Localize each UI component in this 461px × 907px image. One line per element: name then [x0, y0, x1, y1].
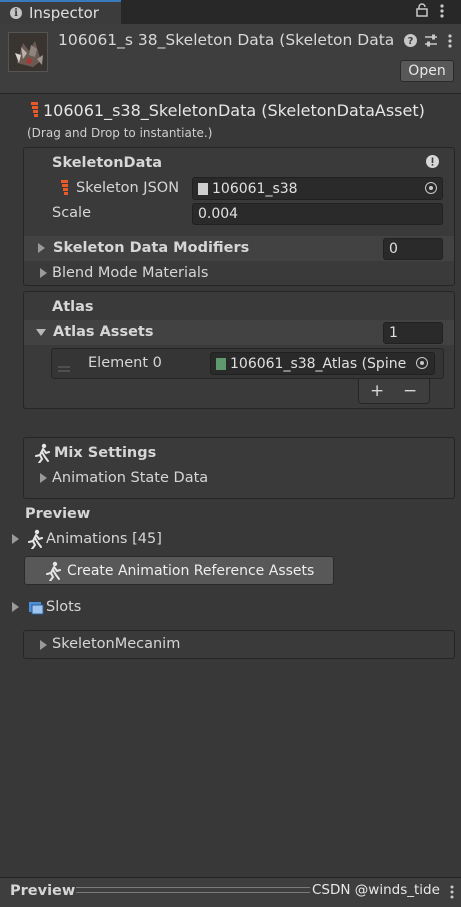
atlas-heading: Atlas: [52, 299, 94, 315]
sliders-icon[interactable]: [424, 34, 438, 51]
open-button[interactable]: Open: [400, 60, 454, 82]
info-icon: i: [10, 7, 22, 19]
skeleton-json-label: Skeleton JSON: [76, 180, 180, 196]
blend-chevron-icon[interactable]: [40, 268, 47, 278]
asset-thumbnail: [8, 32, 48, 72]
tab-title: Inspector: [29, 4, 99, 22]
skeleton-json-field[interactable]: 106061_s38: [192, 177, 443, 200]
lock-icon[interactable]: [416, 3, 428, 21]
add-element-button[interactable]: +: [370, 381, 384, 401]
atlas-asset-icon: [216, 357, 226, 370]
mix-settings-heading: Mix Settings: [54, 445, 157, 461]
modifiers-label[interactable]: Skeleton Data Modifiers: [53, 240, 249, 256]
slots-label[interactable]: Slots: [46, 599, 81, 615]
skeleton-mecanim-label[interactable]: SkeletonMecanim: [52, 636, 180, 652]
skeleton-data-heading: SkeletonData: [52, 155, 163, 171]
animations-chevron-icon[interactable]: [12, 534, 19, 544]
object-picker-icon[interactable]: [425, 182, 437, 194]
question-icon[interactable]: ?: [404, 34, 417, 51]
blend-mode-label[interactable]: Blend Mode Materials: [52, 265, 208, 281]
atlas-picker-icon[interactable]: [416, 357, 428, 369]
create-button-label: Create Animation Reference Assets: [67, 562, 315, 579]
button-runner-icon: [45, 561, 61, 581]
animations-runner-icon: [27, 529, 43, 553]
animation-state-label[interactable]: Animation State Data: [52, 470, 208, 486]
watermark: CSDN @winds_tide: [310, 882, 442, 898]
modifiers-count-field[interactable]: 0: [383, 238, 443, 260]
spine-icon: [30, 102, 40, 122]
warning-icon: [426, 155, 439, 172]
svg-text:?: ?: [408, 36, 414, 47]
footer-preview-label[interactable]: Preview: [10, 883, 75, 899]
atlas-assets-label[interactable]: Atlas Assets: [53, 324, 153, 340]
list-footer: [358, 379, 430, 404]
header-more-icon[interactable]: [448, 34, 452, 52]
remove-element-button[interactable]: −: [403, 381, 417, 401]
atlas-element-field[interactable]: 106061_s38_Atlas (Spine: [210, 352, 435, 375]
preview-heading: Preview: [25, 506, 91, 522]
slots-icon: [28, 599, 44, 619]
drag-hint: (Drag and Drop to instantiate.): [27, 126, 213, 140]
more-vertical-icon[interactable]: [440, 4, 444, 22]
atlas-count-field[interactable]: 1: [383, 322, 443, 344]
skeleton-json-value: 106061_s38: [212, 180, 298, 197]
asset-title: 106061_s38_SkeletonData (SkeletonDataAss…: [43, 101, 425, 120]
mecanim-chevron-icon[interactable]: [40, 640, 47, 650]
header-title: 106061_s 38_Skeleton Data (Skeleton Data: [58, 31, 395, 49]
slots-chevron-icon[interactable]: [12, 602, 19, 612]
spine-json-icon: [60, 180, 70, 200]
animations-label[interactable]: Animations [45]: [46, 531, 162, 547]
tab-inspector[interactable]: i Inspector: [0, 0, 121, 24]
animation-state-chevron-icon[interactable]: [40, 473, 47, 483]
chevron-down-icon[interactable]: [36, 329, 46, 336]
create-animation-reference-assets-button[interactable]: Create Animation Reference Assets: [24, 556, 334, 585]
atlas-element-value: 106061_s38_Atlas (Spine: [230, 355, 407, 372]
scale-field[interactable]: 0.004: [192, 203, 443, 225]
scale-label: Scale: [52, 205, 92, 221]
text-asset-icon: [198, 182, 208, 195]
running-man-icon: [34, 443, 50, 467]
chevron-right-icon[interactable]: [38, 243, 45, 253]
footer-more-icon[interactable]: [450, 885, 454, 903]
drag-handle-icon[interactable]: [58, 360, 70, 376]
element-label: Element 0: [88, 355, 162, 371]
